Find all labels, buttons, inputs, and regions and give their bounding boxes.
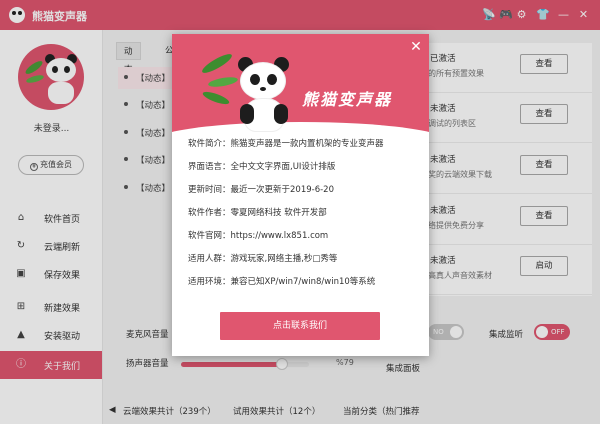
panda-eye: [267, 74, 277, 85]
panda-arm: [240, 104, 254, 124]
panda-nose: [260, 87, 266, 91]
info-author: 软件作者：零夏网络科技 软件开发部: [188, 208, 327, 218]
close-icon[interactable]: ✕: [409, 40, 423, 54]
panda-eye: [250, 74, 260, 85]
info-audience: 适用人群：游戏玩家,网络主播,秒□秀等: [188, 254, 338, 264]
panda-illustration: [200, 51, 290, 134]
panda-head: [240, 62, 286, 100]
bamboo-leaf-icon: [207, 75, 239, 89]
info-intro: 软件简介：熊猫变声器是一款内置机架的专业变声器: [188, 139, 384, 149]
dialog-logo-text: 熊猫变声器: [302, 90, 393, 109]
about-dialog: 熊猫变声器 ✕ 软件简介：熊猫变声器是一款内置机架的专业变声器 界面语言：全中文…: [172, 34, 429, 356]
info-update-time: 更新时间：最近一次更新于2019-6-20: [188, 185, 334, 195]
dialog-header: 熊猫变声器 ✕: [172, 34, 429, 162]
bamboo-leaf-icon: [200, 51, 234, 76]
info-website[interactable]: 软件官网：https://www.lx851.com: [188, 229, 328, 241]
info-language: 界面语言：全中文文字界面,UI设计排版: [188, 162, 336, 172]
bamboo-leaf-icon: [201, 89, 231, 107]
panda-arm: [274, 104, 288, 124]
info-environment: 适用环境：兼容已知XP/win7/win8/win10等系统: [188, 277, 376, 287]
contact-us-button[interactable]: 点击联系我们: [220, 312, 380, 340]
